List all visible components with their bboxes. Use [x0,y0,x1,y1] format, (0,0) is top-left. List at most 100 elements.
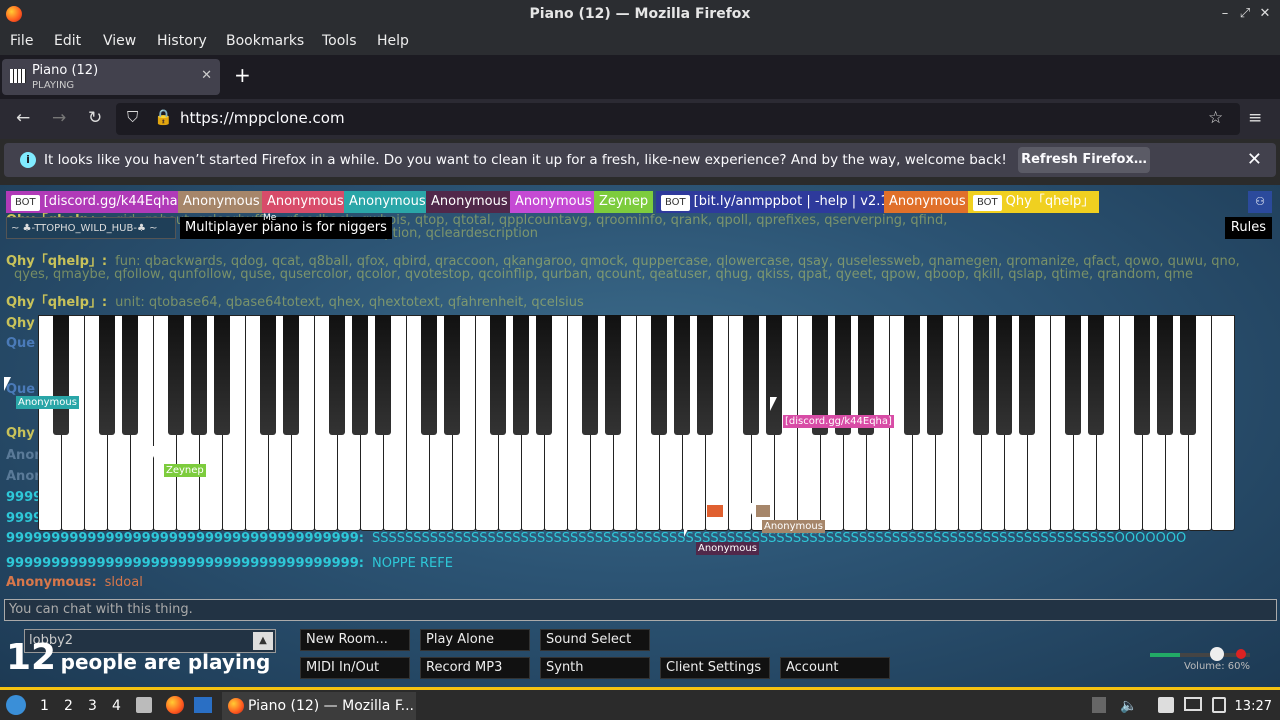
black-key[interactable] [260,315,276,435]
menu-tools[interactable]: Tools [322,33,357,49]
black-key[interactable] [1065,315,1081,435]
black-key[interactable] [490,315,506,435]
midi-button[interactable]: MIDI In/Out [300,657,410,679]
sound-select-button[interactable]: Sound Select [540,629,650,651]
room-list[interactable]: ~ ♣-TTOPHO_WILD_HUB-♣ ~ [6,217,176,239]
black-key[interactable] [214,315,230,435]
display-icon[interactable] [1184,697,1202,711]
discord-icon[interactable]: ⚇ [1248,191,1272,213]
terminal-icon[interactable] [194,697,212,713]
black-key[interactable] [996,315,1012,435]
black-key[interactable] [927,315,943,435]
client-settings-button[interactable]: Client Settings [660,657,770,679]
black-key[interactable] [605,315,621,435]
play-alone-button[interactable]: Play Alone [420,629,530,651]
black-key[interactable] [99,315,115,435]
black-key[interactable] [1180,315,1196,435]
workspace-1[interactable]: 1 [40,698,49,714]
cursor-icon [770,397,777,411]
black-key[interactable] [122,315,138,435]
black-key[interactable] [743,315,759,435]
speaker-icon[interactable]: 🔈 [1120,698,1137,714]
white-key[interactable] [1211,315,1235,531]
black-key[interactable] [513,315,529,435]
black-key[interactable] [421,315,437,435]
reload-icon[interactable]: ↻ [88,108,102,128]
back-icon[interactable]: ← [16,108,30,128]
tab-piano[interactable]: Piano (12) PLAYING ✕ [2,59,220,95]
black-key[interactable] [53,315,69,435]
workspace-4[interactable]: 4 [112,698,121,714]
piano-keyboard[interactable] [38,315,1235,531]
black-key[interactable] [651,315,667,435]
record-mp3-button[interactable]: Record MP3 [420,657,530,679]
black-key[interactable] [674,315,690,435]
black-key[interactable] [1157,315,1173,435]
user-tag[interactable]: Anonymous [510,191,597,213]
close-icon[interactable]: ✕ [1255,4,1275,24]
black-key[interactable] [283,315,299,435]
hamburger-menu-icon[interactable]: ≡ [1248,108,1262,128]
notification-close-icon[interactable]: ✕ [1247,149,1262,170]
black-key[interactable] [168,315,184,435]
menu-file[interactable]: File [10,33,33,49]
shield-icon[interactable]: ⛉ [127,108,138,126]
synth-button[interactable]: Synth [540,657,650,679]
chat-message: Qhy「qhelp」: unit: qtobase64, qbase64totex… [6,291,584,310]
clipboard-icon[interactable] [1158,697,1174,713]
black-key[interactable] [375,315,391,435]
black-key[interactable] [1134,315,1150,435]
refresh-firefox-button[interactable]: Refresh Firefox… [1018,147,1150,173]
new-tab-button[interactable]: + [234,63,251,87]
black-key[interactable] [1088,315,1104,435]
menu-view[interactable]: View [103,33,136,49]
black-key[interactable] [904,315,920,435]
menu-help[interactable]: Help [377,33,409,49]
workspace-3[interactable]: 3 [88,698,97,714]
user-tag[interactable]: Anonymous [262,191,349,213]
user-tag[interactable]: Anonymous [344,191,431,213]
new-room-button[interactable]: New Room... [300,629,410,651]
workspace-2[interactable]: 2 [64,698,73,714]
user-tag[interactable]: Zeynep [594,191,654,213]
black-key[interactable] [352,315,368,435]
black-key[interactable] [973,315,989,435]
volume-track[interactable] [1150,653,1250,657]
url-text[interactable]: https://mppclone.com [180,109,345,127]
black-key[interactable] [582,315,598,435]
menu-edit[interactable]: Edit [54,33,81,49]
battery-icon[interactable] [1212,697,1226,713]
start-menu-icon[interactable] [6,695,26,715]
user-tag[interactable]: BOT [bit.ly/anmppbot | -help | v2.1] [656,191,899,213]
black-key[interactable] [536,315,552,435]
volume-control[interactable]: Volume: 60% [1150,645,1260,675]
menu-bookmarks[interactable]: Bookmarks [226,33,304,49]
maximize-icon[interactable]: ⤢ [1235,4,1255,24]
forward-icon[interactable]: → [52,108,66,128]
user-tag[interactable]: BOT [discord.gg/k44Eqha] [6,191,188,213]
black-key[interactable] [444,315,460,435]
taskbar-window-firefox[interactable]: Piano (12) — Mozilla F... [222,692,416,720]
rules-button[interactable]: Rules [1224,217,1272,239]
account-button[interactable]: Account [780,657,890,679]
black-key[interactable] [766,315,782,435]
black-key[interactable] [191,315,207,435]
tray-icon[interactable] [1092,697,1106,713]
black-key[interactable] [329,315,345,435]
user-tag[interactable]: Anonymous [178,191,265,213]
lock-icon[interactable]: 🔒 [154,108,173,126]
user-tag[interactable]: Anonymous [426,191,513,213]
firefox-launcher-icon[interactable] [166,696,184,714]
minimize-icon[interactable]: – [1215,4,1235,24]
tab-close-icon[interactable]: ✕ [201,68,212,83]
volume-knob[interactable] [1210,647,1224,661]
file-manager-icon[interactable] [136,697,152,713]
black-key[interactable] [1019,315,1035,435]
chat-input[interactable]: You can chat with this thing. [4,599,1277,621]
people-text: people are playing [60,650,271,674]
user-tag[interactable]: Anonymous [884,191,971,213]
bookmark-star-icon[interactable]: ☆ [1208,108,1223,128]
black-key[interactable] [697,315,713,435]
user-tag[interactable]: BOT Qhy「qhelp」 [968,191,1100,213]
menu-history[interactable]: History [157,33,207,49]
